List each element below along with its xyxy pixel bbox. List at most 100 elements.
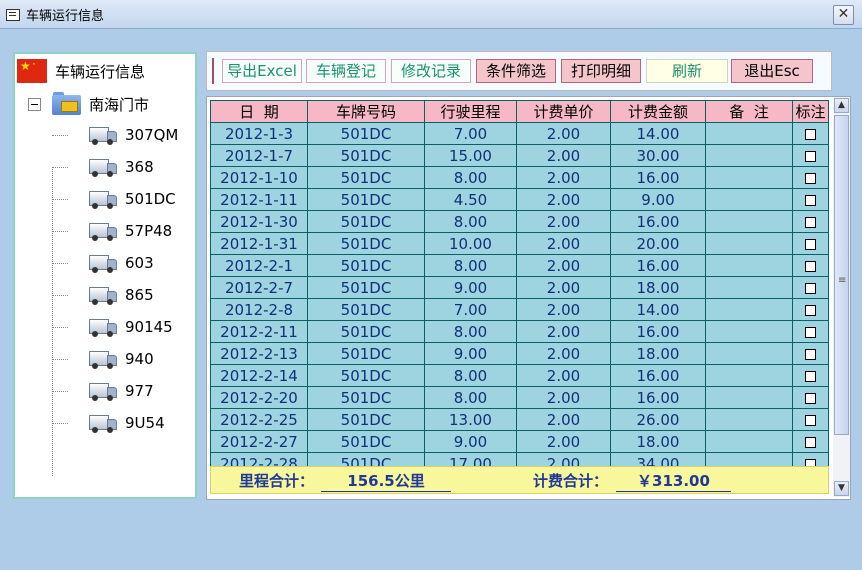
table-cell[interactable] xyxy=(705,298,793,321)
table-cell[interactable]: 2.00 xyxy=(516,386,611,409)
vehicle-tree[interactable]: 车辆运行信息 南海门市 307QM 368 501DC 57P48 603 865 9014… xyxy=(13,52,197,499)
flag-checkbox[interactable] xyxy=(805,304,816,316)
scroll-up-arrow-icon[interactable]: ▲ xyxy=(834,98,849,113)
table-cell[interactable]: 2.00 xyxy=(516,276,611,299)
table-cell[interactable]: 2012-1-31 xyxy=(210,232,308,255)
vertical-scrollbar[interactable]: ▲ ▼ xyxy=(833,97,850,497)
flag-cell[interactable] xyxy=(792,166,829,189)
table-cell[interactable] xyxy=(705,166,793,189)
flag-checkbox[interactable] xyxy=(805,436,816,448)
table-cell[interactable]: 501DC xyxy=(307,298,425,321)
table-cell[interactable]: 2.00 xyxy=(516,166,611,189)
flag-cell[interactable] xyxy=(792,430,829,453)
table-cell[interactable]: 16.00 xyxy=(610,364,706,387)
scroll-thumb[interactable] xyxy=(834,115,849,435)
table-cell[interactable]: 26.00 xyxy=(610,408,706,431)
table-cell[interactable]: 2012-1-30 xyxy=(210,210,308,233)
table-cell[interactable]: 16.00 xyxy=(610,254,706,277)
table-row[interactable]: 2012-2-20 501DC 8.00 2.00 16.00 xyxy=(210,386,829,409)
table-row[interactable]: 2012-1-3 501DC 7.00 2.00 14.00 xyxy=(210,122,829,145)
table-cell[interactable]: 2.00 xyxy=(516,342,611,365)
table-cell[interactable]: 16.00 xyxy=(610,166,706,189)
table-cell[interactable] xyxy=(705,386,793,409)
table-cell[interactable] xyxy=(705,342,793,365)
table-row[interactable]: 2012-2-27 501DC 9.00 2.00 18.00 xyxy=(210,430,829,453)
table-cell[interactable]: 9.00 xyxy=(424,342,517,365)
flag-cell[interactable] xyxy=(792,342,829,365)
flag-cell[interactable] xyxy=(792,254,829,277)
table-cell[interactable]: 18.00 xyxy=(610,430,706,453)
tree-root-node[interactable]: 车辆运行信息 xyxy=(17,58,145,84)
register-vehicle-button[interactable]: 车辆登记 xyxy=(306,59,386,83)
flag-cell[interactable] xyxy=(792,210,829,233)
table-row[interactable]: 2012-2-11 501DC 8.00 2.00 16.00 xyxy=(210,320,829,343)
table-cell[interactable]: 2012-2-20 xyxy=(210,386,308,409)
tree-vehicle-node[interactable]: 9U54 xyxy=(89,410,165,436)
table-cell[interactable]: 2.00 xyxy=(516,430,611,453)
table-row[interactable]: 2012-2-1 501DC 8.00 2.00 16.00 xyxy=(210,254,829,277)
table-cell[interactable]: 2012-1-11 xyxy=(210,188,308,211)
table-cell[interactable]: 2012-2-11 xyxy=(210,320,308,343)
table-cell[interactable]: 9.00 xyxy=(424,276,517,299)
table-cell[interactable]: 7.00 xyxy=(424,298,517,321)
table-row[interactable]: 2012-2-8 501DC 7.00 2.00 14.00 xyxy=(210,298,829,321)
table-cell[interactable]: 2012-2-27 xyxy=(210,430,308,453)
table-cell[interactable] xyxy=(705,320,793,343)
table-cell[interactable]: 15.00 xyxy=(424,144,517,167)
column-header[interactable]: 备 注 xyxy=(705,100,793,123)
tree-vehicle-node[interactable]: 90145 xyxy=(89,314,173,340)
flag-cell[interactable] xyxy=(792,320,829,343)
table-cell[interactable]: 501DC xyxy=(307,254,425,277)
flag-checkbox[interactable] xyxy=(805,348,816,360)
flag-cell[interactable] xyxy=(792,298,829,321)
table-cell[interactable]: 16.00 xyxy=(610,386,706,409)
table-cell[interactable]: 2.00 xyxy=(516,210,611,233)
flag-cell[interactable] xyxy=(792,408,829,431)
close-button[interactable]: ✕ xyxy=(833,5,854,25)
table-cell[interactable]: 2012-1-3 xyxy=(210,122,308,145)
filter-button[interactable]: 条件筛选 xyxy=(476,59,556,83)
table-cell[interactable] xyxy=(705,254,793,277)
table-cell[interactable]: 16.00 xyxy=(610,320,706,343)
table-cell[interactable]: 2.00 xyxy=(516,232,611,255)
exit-button[interactable]: 退出Esc xyxy=(731,59,813,83)
table-cell[interactable]: 14.00 xyxy=(610,298,706,321)
table-row[interactable]: 2012-1-31 501DC 10.00 2.00 20.00 xyxy=(210,232,829,255)
flag-checkbox[interactable] xyxy=(805,282,816,294)
tree-vehicle-node[interactable]: 501DC xyxy=(89,186,176,212)
flag-checkbox[interactable] xyxy=(805,172,816,184)
table-cell[interactable]: 501DC xyxy=(307,342,425,365)
tree-vehicle-node[interactable]: 940 xyxy=(89,346,154,372)
table-cell[interactable]: 501DC xyxy=(307,122,425,145)
table-row[interactable]: 2012-2-25 501DC 13.00 2.00 26.00 xyxy=(210,408,829,431)
table-cell[interactable]: 2012-2-13 xyxy=(210,342,308,365)
column-header[interactable]: 计费金额 xyxy=(610,100,706,123)
table-cell[interactable]: 2.00 xyxy=(516,364,611,387)
table-cell[interactable]: 18.00 xyxy=(610,276,706,299)
tree-group-node[interactable]: 南海门市 xyxy=(28,91,149,117)
table-cell[interactable]: 14.00 xyxy=(610,122,706,145)
table-cell[interactable]: 8.00 xyxy=(424,320,517,343)
table-cell[interactable]: 10.00 xyxy=(424,232,517,255)
flag-checkbox[interactable] xyxy=(805,216,816,228)
tree-vehicle-node[interactable]: 977 xyxy=(89,378,154,404)
table-cell[interactable]: 501DC xyxy=(307,430,425,453)
flag-checkbox[interactable] xyxy=(805,238,816,250)
table-cell[interactable] xyxy=(705,210,793,233)
edit-record-button[interactable]: 修改记录 xyxy=(391,59,471,83)
table-cell[interactable]: 2.00 xyxy=(516,298,611,321)
table-cell[interactable] xyxy=(705,430,793,453)
table-row[interactable]: 2012-2-7 501DC 9.00 2.00 18.00 xyxy=(210,276,829,299)
flag-cell[interactable] xyxy=(792,364,829,387)
table-cell[interactable]: 501DC xyxy=(307,232,425,255)
table-cell[interactable]: 501DC xyxy=(307,386,425,409)
table-cell[interactable]: 2012-2-7 xyxy=(210,276,308,299)
print-detail-button[interactable]: 打印明细 xyxy=(561,59,641,83)
table-cell[interactable]: 9.00 xyxy=(610,188,706,211)
flag-checkbox[interactable] xyxy=(805,370,816,382)
table-cell[interactable]: 501DC xyxy=(307,210,425,233)
table-row[interactable]: 2012-2-14 501DC 8.00 2.00 16.00 xyxy=(210,364,829,387)
export-excel-button[interactable]: 导出Excel xyxy=(222,59,302,83)
flag-cell[interactable] xyxy=(792,232,829,255)
flag-cell[interactable] xyxy=(792,188,829,211)
